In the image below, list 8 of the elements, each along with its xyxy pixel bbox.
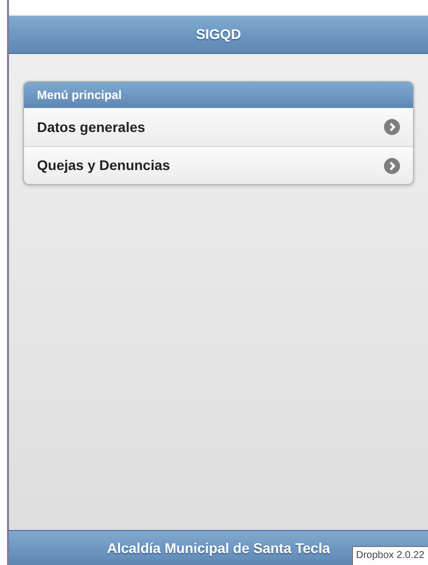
tooltip: Dropbox 2.0.22 bbox=[352, 546, 428, 565]
chevron-right-icon bbox=[384, 119, 400, 135]
menu-heading: Menú principal bbox=[24, 82, 413, 108]
footer-text: Alcaldía Municipal de Santa Tecla bbox=[106, 538, 330, 558]
chevron-right-icon bbox=[384, 158, 400, 174]
menu-item[interactable]: Datos generales bbox=[24, 108, 413, 146]
menu-item[interactable]: Quejas y Denuncias bbox=[24, 146, 413, 184]
app-title: SIGQD bbox=[196, 25, 242, 44]
